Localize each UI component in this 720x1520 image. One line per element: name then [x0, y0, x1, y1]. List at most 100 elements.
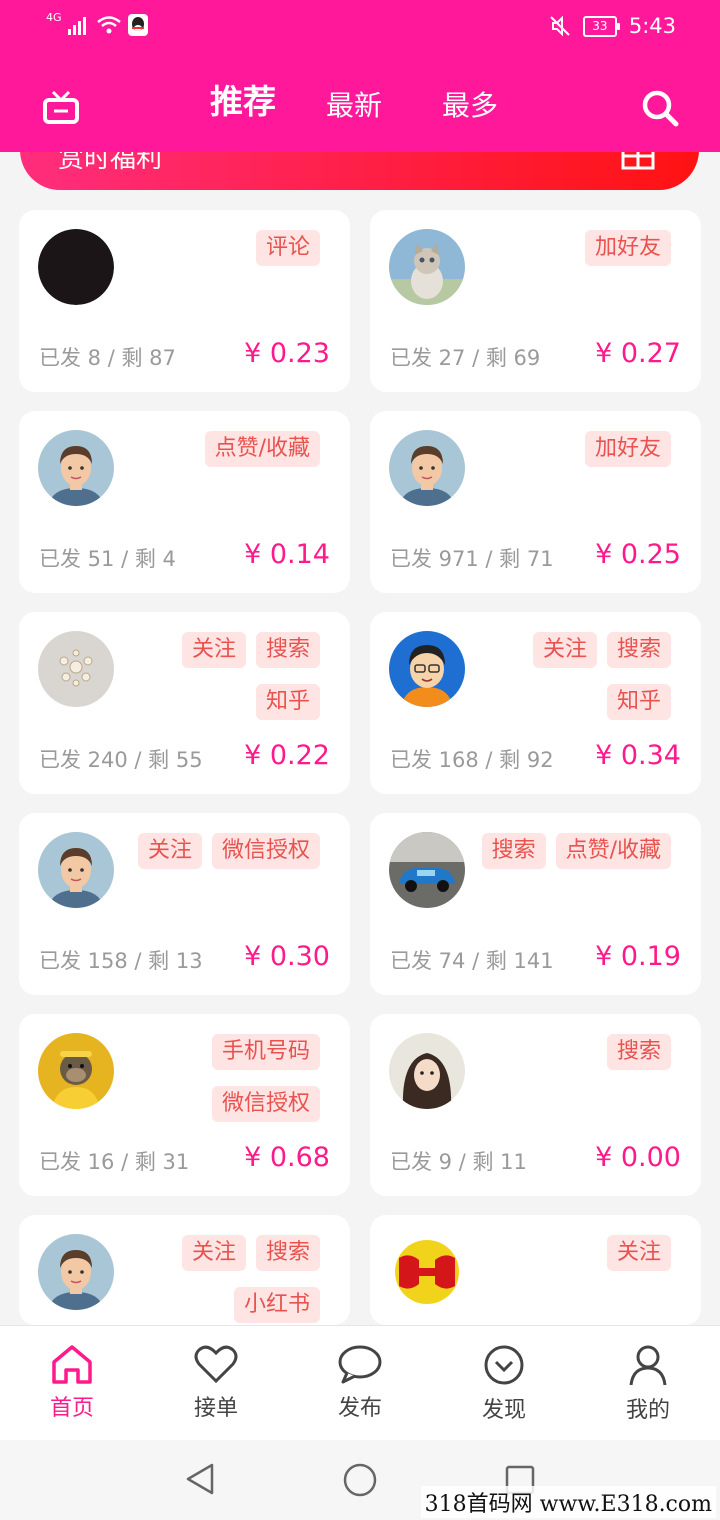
task-stats: 已发 74 / 剩 141: [390, 949, 554, 973]
task-tag: 关注: [181, 1235, 246, 1271]
task-tag: 关注: [606, 1235, 671, 1271]
home-icon: [52, 1345, 92, 1384]
task-stats: 已发 240 / 剩 55: [39, 748, 203, 772]
tab-latest[interactable]: 最新: [326, 76, 382, 136]
task-tag: 搜索: [255, 632, 320, 668]
task-stats: 已发 158 / 剩 13: [39, 949, 203, 973]
search-icon[interactable]: [638, 86, 682, 130]
task-tags: 加好友: [461, 431, 671, 467]
avatar: [38, 1234, 114, 1310]
task-stats: 已发 168 / 剩 92: [390, 748, 554, 772]
task-tag: 小红书: [233, 1287, 320, 1323]
task-card[interactable]: 搜索 点赞/收藏 已发 74 / 剩 141 ¥ 0.19: [370, 813, 701, 995]
home-circle-icon[interactable]: [342, 1462, 378, 1498]
tab-profile-label: 我的: [625, 1398, 670, 1423]
tab-publish[interactable]: 发布: [310, 1344, 410, 1422]
task-price: ¥ 0.34: [595, 740, 681, 771]
task-tag: 搜索: [255, 1235, 320, 1271]
avatar: [38, 832, 114, 908]
task-tags: 手机号码 微信授权: [110, 1034, 320, 1122]
task-price: ¥ 0.23: [244, 338, 330, 369]
tab-home[interactable]: 首页: [22, 1344, 122, 1422]
task-tag: 关注: [532, 632, 597, 668]
task-tag: 加好友: [584, 230, 671, 266]
status-bar: 4G 33 5:43: [0, 0, 720, 56]
task-price: ¥ 0.68: [244, 1142, 330, 1173]
task-card[interactable]: 点赞/收藏已发 51 / 剩 4 ¥ 0.14: [19, 411, 350, 593]
tab-discover[interactable]: 发现: [454, 1344, 554, 1424]
avatar: [38, 229, 114, 305]
wifi-icon: [96, 16, 121, 34]
task-stats: 已发 971 / 剩 71: [390, 547, 554, 571]
task-tag: 关注: [181, 632, 246, 668]
avatar: [38, 430, 114, 506]
task-tag: 微信授权: [211, 1086, 320, 1122]
task-tag: 知乎: [255, 684, 320, 720]
avatar: [389, 1234, 465, 1310]
task-card[interactable]: 搜索已发 9 / 剩 11 ¥ 0.00: [370, 1014, 701, 1196]
bottom-tab-bar: 首页 接单 发布 发现 我的: [0, 1325, 720, 1440]
discover-icon: [484, 1345, 524, 1385]
task-tag: 搜索: [606, 1034, 671, 1070]
task-card[interactable]: 关注 微信授权已发 158 / 剩 13 ¥ 0.30: [19, 813, 350, 995]
task-tag: 点赞/收藏: [204, 431, 320, 467]
network-label: 4G: [46, 10, 62, 24]
task-card[interactable]: 关注 搜索知乎已发 240 / 剩 55 ¥ 0.22: [19, 612, 350, 794]
task-card[interactable]: 关注: [370, 1215, 701, 1325]
watermark: 318首码网 www.E318.com: [420, 1486, 716, 1518]
task-tags: 点赞/收藏: [110, 431, 320, 467]
avatar: [389, 631, 465, 707]
back-icon[interactable]: [184, 1462, 216, 1496]
task-tag: 加好友: [584, 431, 671, 467]
clock: 5:43: [628, 14, 676, 38]
tv-icon[interactable]: [40, 86, 82, 128]
avatar: [389, 430, 465, 506]
task-tags: 关注 搜索知乎: [110, 632, 320, 720]
tab-publish-label: 发布: [337, 1396, 382, 1421]
avatar: [389, 832, 465, 908]
task-tags: 关注 微信授权: [110, 833, 320, 869]
task-tag: 关注: [137, 833, 202, 869]
task-tags: 关注 搜索知乎: [461, 632, 671, 720]
tab-orders[interactable]: 接单: [166, 1344, 266, 1422]
battery-indicator: 33: [582, 15, 620, 37]
task-tags: 搜索 点赞/收藏: [461, 833, 671, 869]
tab-recommend[interactable]: 推荐: [210, 72, 276, 132]
top-nav: 推荐 最新 最多: [0, 76, 720, 140]
task-price: ¥ 0.25: [595, 539, 681, 570]
tab-most[interactable]: 最多: [442, 76, 498, 136]
task-price: ¥ 0.22: [244, 740, 330, 771]
task-price: ¥ 0.27: [595, 338, 681, 369]
task-tag: 评论: [255, 230, 320, 266]
task-tag: 搜索: [606, 632, 671, 668]
avatar: [389, 1033, 465, 1109]
task-stats: 已发 51 / 剩 4: [39, 547, 176, 571]
task-card[interactable]: 关注 搜索知乎已发 168 / 剩 92 ¥ 0.34: [370, 612, 701, 794]
task-price: ¥ 0.00: [595, 1142, 681, 1173]
mute-icon: [550, 15, 570, 37]
task-stats: 已发 9 / 剩 11: [390, 1150, 527, 1174]
heart-icon: [194, 1345, 238, 1384]
tab-orders-label: 接单: [193, 1396, 238, 1421]
task-price: ¥ 0.30: [244, 941, 330, 972]
task-card[interactable]: 加好友 已发 27 / 剩 69 ¥ 0.27: [370, 210, 701, 392]
avatar: [38, 631, 114, 707]
task-price: ¥ 0.14: [244, 539, 330, 570]
task-tags: 关注: [461, 1235, 671, 1271]
tab-home-label: 首页: [49, 1396, 94, 1421]
chat-icon: [338, 1345, 382, 1384]
task-tags: 搜索: [461, 1034, 671, 1070]
qq-icon: [127, 14, 148, 36]
task-tags: 关注 搜索小红书: [110, 1235, 320, 1323]
task-card[interactable]: 关注 搜索小红书: [19, 1215, 350, 1325]
task-tag: 搜索: [481, 833, 546, 869]
task-tag: 知乎: [606, 684, 671, 720]
tab-profile[interactable]: 我的: [598, 1344, 698, 1424]
task-tag: 点赞/收藏: [555, 833, 671, 869]
avatar: [389, 229, 465, 305]
task-card[interactable]: 加好友已发 971 / 剩 71 ¥ 0.25: [370, 411, 701, 593]
task-card[interactable]: 手机号码 微信授权已发 16 / 剩 31 ¥ 0.68: [19, 1014, 350, 1196]
task-card[interactable]: 评论 已发 8 / 剩 87 ¥ 0.23: [19, 210, 350, 392]
task-stats: 已发 16 / 剩 31: [39, 1150, 190, 1174]
task-tag: 微信授权: [211, 833, 320, 869]
